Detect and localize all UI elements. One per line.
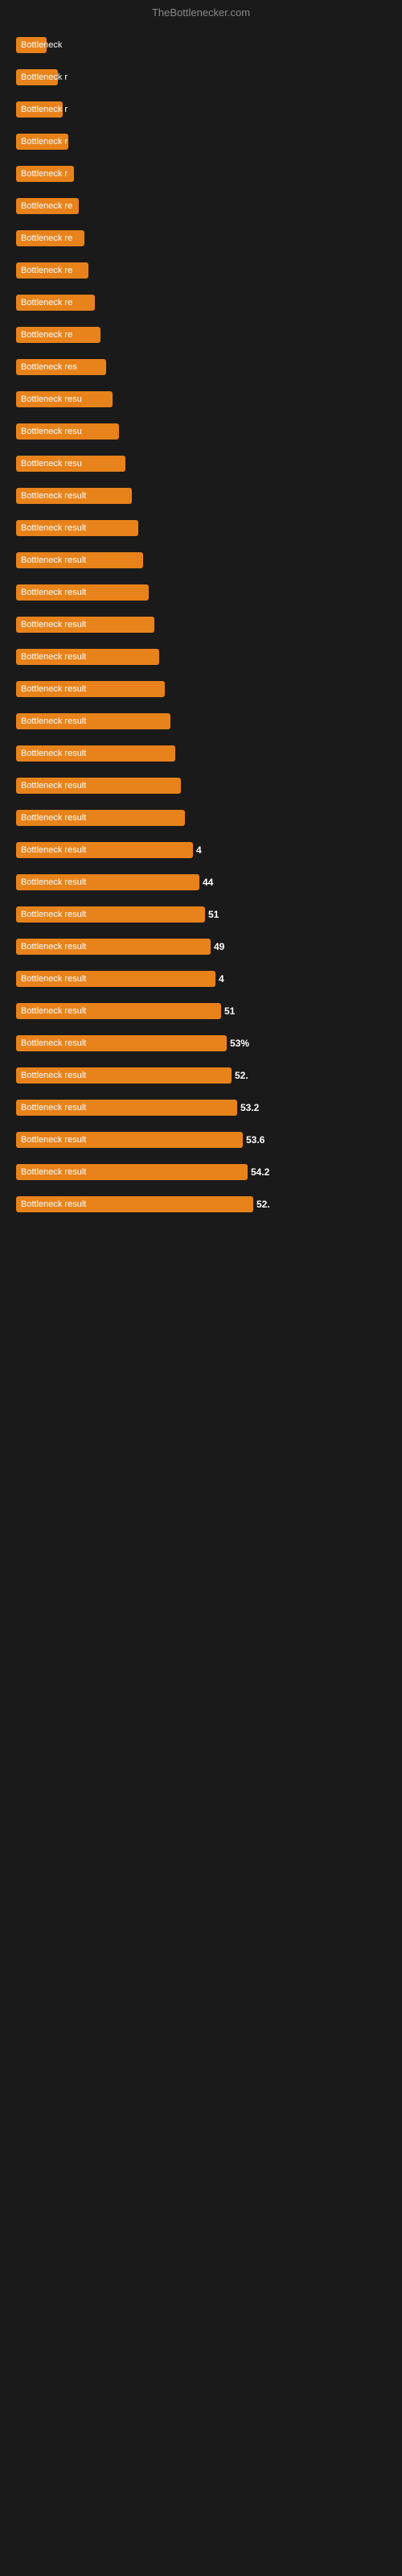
bar-value: 54.2: [251, 1166, 269, 1178]
bar-label: Bottleneck result: [16, 1067, 232, 1084]
bar-row: Bottleneck result: [16, 609, 386, 640]
bar-row: Bottleneck result: [16, 513, 386, 543]
bar-label: Bottleneck result: [16, 1100, 237, 1116]
bar-row: Bottleneck re: [16, 320, 386, 350]
bar-label: Bottleneck result: [16, 552, 143, 568]
bar-label: Bottleneck result: [16, 745, 175, 762]
bar-row: Bottleneck result53.2: [16, 1092, 386, 1123]
bar-value: 53%: [230, 1038, 249, 1049]
bar-label: Bottleneck re: [16, 262, 88, 279]
bar-row: Bottleneck r: [16, 159, 386, 189]
bar-row: Bottleneck result 44: [16, 867, 386, 898]
bar-label: Bottleneck result: [16, 488, 132, 504]
bar-row: Bottleneck result: [16, 770, 386, 801]
bar-label: Bottleneck result: [16, 681, 165, 697]
bar-label: Bottleneck r: [16, 134, 68, 150]
bar-label: Bottleneck result: [16, 778, 181, 794]
bar-row: Bottleneck re: [16, 287, 386, 318]
bar-label: Bottleneck result: [16, 906, 205, 923]
bar-value: 49: [214, 941, 224, 952]
bar-row: Bottleneck result: [16, 738, 386, 769]
bar-row: Bottleneck result53.6: [16, 1125, 386, 1155]
site-title: TheBottlenecker.com: [152, 6, 250, 19]
bar-label: Bottleneck result: [16, 1003, 221, 1019]
bar-label: Bottleneck res: [16, 359, 106, 375]
bar-row: Bottleneck: [16, 30, 386, 60]
bar-row: Bottleneck result51: [16, 899, 386, 930]
bar-row: Bottleneck result: [16, 545, 386, 576]
bar-row: Bottleneck result54.2: [16, 1157, 386, 1187]
bar-label: Bottleneck result: [16, 842, 193, 858]
bar-label: Bottleneck re: [16, 327, 100, 343]
bar-row: Bottleneck result4: [16, 835, 386, 865]
bar-row: Bottleneck result49: [16, 931, 386, 962]
bar-row: Bottleneck resu: [16, 448, 386, 479]
bar-row: Bottleneck resu: [16, 384, 386, 415]
bar-label: Bottleneck r: [16, 166, 74, 182]
bar-row: Bottleneck r: [16, 62, 386, 93]
bar-value: 4: [196, 844, 202, 856]
bar-label: Bottleneck r: [16, 101, 63, 118]
bar-row: Bottleneck re: [16, 255, 386, 286]
bar-row: Bottleneck re: [16, 223, 386, 254]
bar-row: Bottleneck result: [16, 577, 386, 608]
bar-row: Bottleneck res: [16, 352, 386, 382]
bar-label: Bottleneck re: [16, 295, 95, 311]
bar-label: Bottleneck result: [16, 1035, 227, 1051]
bar-label: Bottleneck result: [16, 649, 159, 665]
bar-label: Bottleneck result: [16, 520, 138, 536]
bar-row: Bottleneck result: [16, 803, 386, 833]
bar-label: Bottleneck resu: [16, 456, 125, 472]
bar-label: Bottleneck result: [16, 1132, 243, 1148]
bar-value: 4: [219, 973, 224, 985]
bar-label: Bottleneck result: [16, 713, 170, 729]
bar-label: Bottleneck result: [16, 971, 215, 987]
bar-label: Bottleneck result: [16, 874, 199, 890]
bar-label: Bottleneck re: [16, 230, 84, 246]
bar-row: Bottleneck result 4: [16, 964, 386, 994]
site-header: TheBottlenecker.com: [0, 0, 402, 22]
bar-row: Bottleneck result: [16, 706, 386, 737]
bar-value: 52.: [235, 1070, 248, 1081]
bar-label: Bottleneck r: [16, 69, 58, 85]
bar-row: Bottleneck resu: [16, 416, 386, 447]
bar-label: Bottleneck result: [16, 617, 154, 633]
bar-row: Bottleneck result: [16, 481, 386, 511]
bar-row: Bottleneck r: [16, 126, 386, 157]
bar-row: Bottleneck result52.: [16, 1060, 386, 1091]
bar-row: Bottleneck result: [16, 642, 386, 672]
bar-label: Bottleneck resu: [16, 423, 119, 440]
bar-value: 51: [208, 909, 219, 920]
bar-row: Bottleneck re: [16, 191, 386, 221]
bar-label: Bottleneck result: [16, 1196, 253, 1212]
chart-container: Bottleneck Bottleneck r Bottleneck r Bottle…: [0, 22, 402, 1229]
bar-label: Bottleneck result: [16, 810, 185, 826]
bar-label: Bottleneck result: [16, 584, 149, 601]
bar-label: Bottleneck: [16, 37, 47, 53]
bar-value: 53.6: [246, 1134, 265, 1146]
bar-value: 53.2: [240, 1102, 259, 1113]
bar-label: Bottleneck result: [16, 939, 211, 955]
bar-row: Bottleneck result53%: [16, 1028, 386, 1059]
bar-value: 52.: [256, 1199, 270, 1210]
bar-row: Bottleneck result51: [16, 996, 386, 1026]
bar-row: Bottleneck r: [16, 94, 386, 125]
bar-value: 51: [224, 1005, 235, 1017]
bar-label: Bottleneck resu: [16, 391, 113, 407]
bar-row: Bottleneck result52.: [16, 1189, 386, 1220]
bar-label: Bottleneck re: [16, 198, 79, 214]
bar-value: 44: [203, 877, 213, 888]
bar-label: Bottleneck result: [16, 1164, 248, 1180]
bar-row: Bottleneck result: [16, 674, 386, 704]
